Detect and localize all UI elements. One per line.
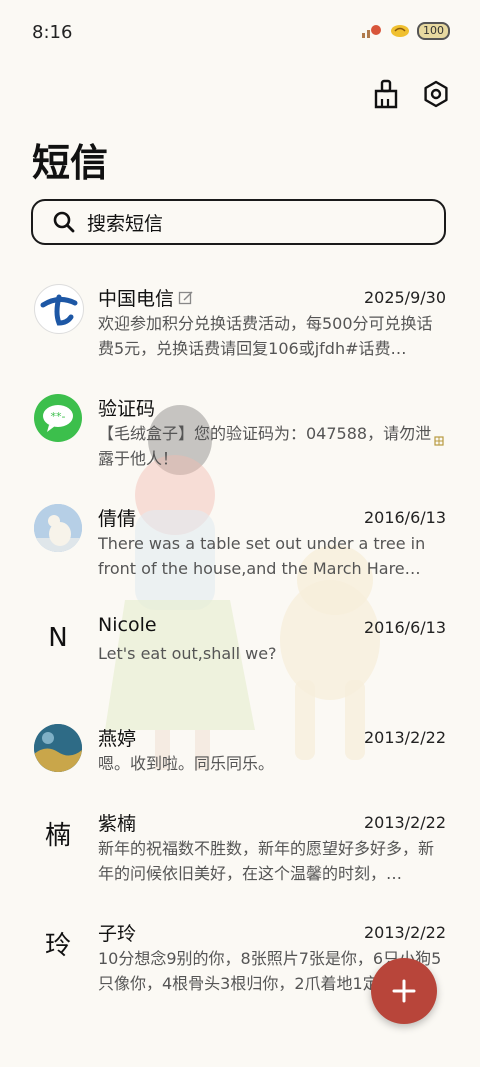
- message-date: 2016/6/13: [363, 508, 446, 527]
- message-date: 2013/2/22: [363, 923, 446, 942]
- avatar: [34, 284, 84, 334]
- contact-name: 子玲: [98, 923, 137, 945]
- status-icons: 100: [361, 22, 450, 40]
- header-actions: [370, 78, 452, 110]
- conversation-item[interactable]: 中国电信 2025/9/30 欢迎参加积分兑换话费活动，每500分可兑换话费5元…: [0, 270, 480, 380]
- conversation-item[interactable]: N Nicole 2016/6/13 Let's eat out,shall w…: [0, 600, 480, 710]
- avatar-letter: 楠: [44, 820, 71, 851]
- plus-icon: [392, 979, 416, 1003]
- conversation-item[interactable]: 倩倩 2016/6/13 There was a table set out u…: [0, 490, 480, 600]
- message-date: 2025/9/30: [363, 288, 446, 307]
- polar-bear-photo: [34, 504, 82, 552]
- message-preview: There was a table set out under a tree i…: [98, 534, 426, 578]
- conversation-list: 中国电信 2025/9/30 欢迎参加积分兑换话费活动，每500分可兑换话费5元…: [0, 270, 480, 1015]
- conversation-item[interactable]: **- 验证码 【毛绒盒子】您的验证码为：047588，请勿泄露于他人！: [0, 380, 480, 490]
- edit-icon: [178, 291, 193, 304]
- avatar: [34, 724, 82, 772]
- contact-name-text: 中国电信: [98, 288, 175, 310]
- avatar: **-: [34, 394, 82, 442]
- contact-name: 中国电信: [98, 284, 194, 311]
- message-preview: 【毛绒盒子】您的验证码为：047588，请勿泄露于他人！: [98, 424, 432, 468]
- signal-icon: [362, 25, 381, 38]
- status-time: 8:16: [32, 22, 73, 43]
- contact-name: 燕婷: [98, 728, 137, 750]
- message-date: 2013/2/22: [363, 813, 446, 832]
- message-preview: 新年的祝福数不胜数，新年的愿望好多好多，新年的问候依旧美好，在这个温馨的时刻，…: [98, 839, 435, 883]
- new-message-button[interactable]: [371, 958, 437, 1024]
- contact-name: 倩倩: [98, 508, 137, 530]
- battery-indicator: 100: [417, 22, 450, 40]
- svg-text:**-: **-: [51, 410, 66, 423]
- message-preview: 嗯。收到啦。同乐同乐。: [98, 754, 275, 773]
- message-preview: Let's eat out,shall we?: [98, 644, 277, 663]
- search-input[interactable]: 搜索短信: [31, 199, 446, 245]
- page-title: 短信: [32, 141, 109, 185]
- message-date: 2016/6/13: [363, 618, 446, 637]
- message-preview: 欢迎参加积分兑换话费活动，每500分可兑换话费5元，兑换话费请回复106或jfd…: [98, 314, 433, 358]
- avatar-letter: N: [48, 623, 68, 653]
- settings-button[interactable]: [420, 78, 452, 110]
- landscape-photo: [34, 724, 82, 772]
- contact-name: Nicole: [98, 614, 157, 636]
- clean-button[interactable]: [370, 78, 402, 110]
- search-icon: [53, 211, 75, 233]
- contact-name: 验证码: [98, 398, 156, 420]
- avatar: [34, 504, 82, 552]
- avatar-letter: 玲: [44, 930, 71, 961]
- message-bubble-icon: **-: [43, 405, 73, 432]
- settings-icon: [424, 80, 448, 108]
- search-placeholder: 搜索短信: [87, 212, 164, 235]
- message-date: 2013/2/22: [363, 728, 446, 747]
- status-bar: 8:16 100: [0, 0, 480, 70]
- conversation-item[interactable]: 楠 紫楠 2013/2/22 新年的祝福数不胜数，新年的愿望好多好多，新年的问候…: [0, 795, 480, 905]
- broom-icon: [374, 79, 398, 109]
- contact-name: 紫楠: [98, 813, 137, 835]
- conversation-item[interactable]: 燕婷 2013/2/22 嗯。收到啦。同乐同乐。: [0, 710, 480, 795]
- china-telecom-logo: [40, 294, 78, 326]
- wifi-icon: [391, 25, 409, 37]
